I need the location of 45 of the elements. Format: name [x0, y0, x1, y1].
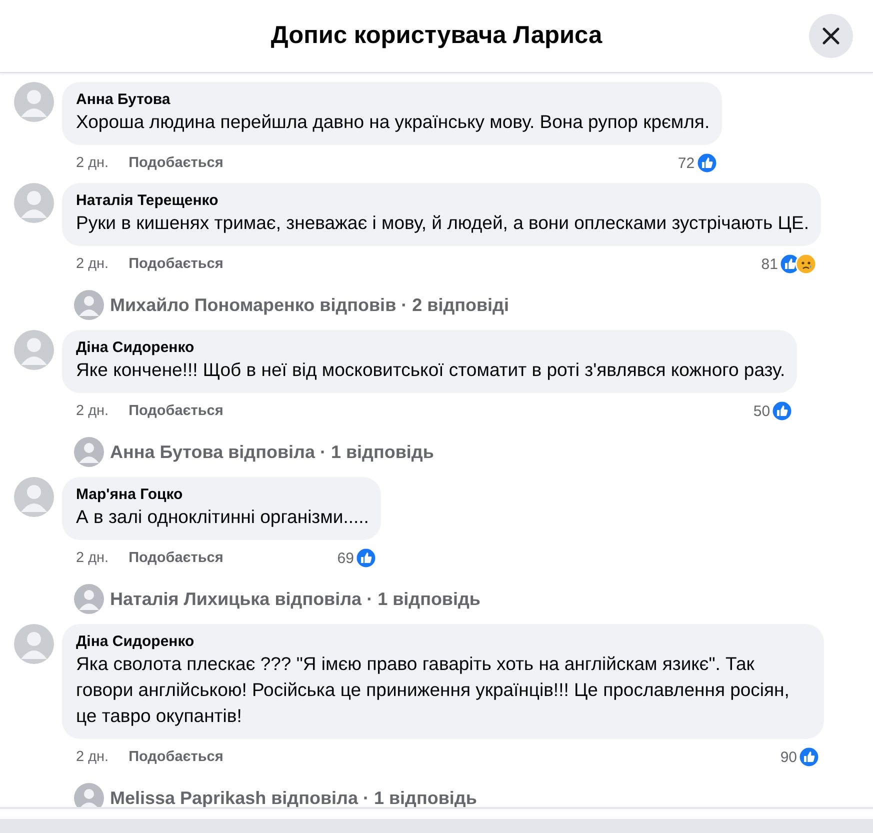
reaction-count[interactable]: 72 [678, 154, 695, 172]
close-icon [822, 27, 840, 45]
replies-link[interactable]: Анна Бутова відповіла · 1 відповідь [110, 442, 434, 462]
like-link[interactable]: Подобається [128, 155, 224, 171]
thumbs-up-icon [798, 746, 820, 768]
comment-time[interactable]: 2 дн. [76, 256, 109, 272]
replies-link[interactable]: Melissa Paprikash відповіла · 1 відповідь [110, 788, 477, 807]
avatar-icon[interactable] [74, 290, 104, 320]
avatar-icon[interactable] [74, 584, 104, 614]
comment-text: Яка сволота плескає ??? "Я імєю право гаваріть хоть на англійскам язикє". Так говори англійською! Російська це приниження українців!!! Це прославлення росіян, це тавро окупантів! [76, 652, 790, 728]
author-name[interactable]: Діна Сидоренко [76, 339, 786, 357]
avatar-icon[interactable] [14, 624, 54, 664]
like-link[interactable]: Подобається [128, 256, 224, 272]
dialog-title: Допис користувача Лариса [270, 22, 602, 50]
comment-time[interactable]: 2 дн. [76, 749, 109, 765]
avatar-icon[interactable] [14, 477, 54, 517]
thumbs-up-icon [696, 152, 718, 174]
reaction-count[interactable]: 50 [753, 402, 770, 420]
comment-text: Хороша людина перейшла давно на українську мову. Вона рупор крємля. [76, 110, 710, 134]
replies-link[interactable]: Михайло Пономаренко відповів · 2 відповіді [110, 294, 509, 316]
avatar-icon[interactable] [14, 183, 54, 223]
reaction-count[interactable]: 81 [761, 256, 778, 272]
comment-time[interactable]: 2 дн. [76, 155, 109, 171]
comment-time[interactable]: 2 дн. [76, 403, 109, 419]
author-name[interactable]: Діна Сидоренко [76, 633, 812, 651]
author-name[interactable]: Мар'яна Гоцко [76, 486, 369, 504]
avatar-icon[interactable] [14, 82, 54, 122]
comment-text: А в залі одноклітинні організми..... [76, 505, 369, 529]
thumbs-up-icon [354, 547, 377, 569]
thumbs-up-icon [771, 400, 794, 422]
reaction-count[interactable]: 69 [337, 550, 354, 566]
author-name[interactable]: Наталія Терещенко [76, 192, 809, 210]
close-button[interactable] [809, 14, 853, 58]
like-link[interactable]: Подобається [128, 403, 224, 419]
comment-time[interactable]: 2 дн. [76, 550, 109, 566]
like-link[interactable]: Подобається [128, 749, 224, 765]
reaction-count[interactable]: 90 [780, 748, 797, 766]
avatar-icon[interactable] [74, 437, 104, 467]
author-name[interactable]: Анна Бутова [76, 91, 710, 109]
comment-text: Руки в кишенях тримає, зневажає і мову, й людей, а вони оплесками зустрічають ЦЕ. [76, 211, 809, 235]
sad-face-icon [794, 253, 817, 275]
like-link[interactable]: Подобається [128, 550, 224, 566]
avatar-icon[interactable] [14, 330, 54, 370]
replies-link[interactable]: Наталія Лихицька відповіла · 1 відповідь [110, 588, 480, 610]
comment-text: Яке кончене!!! Щоб в неї від московитської стоматит в роті з'являвся кожного разу. [76, 358, 786, 382]
